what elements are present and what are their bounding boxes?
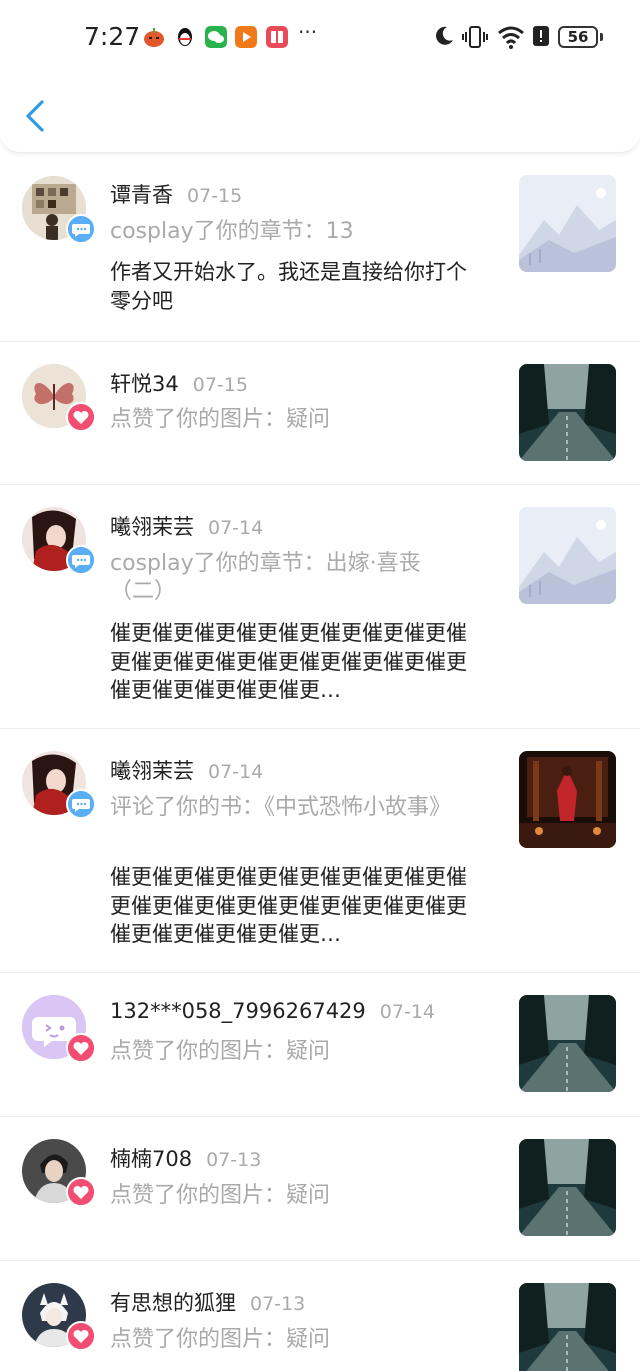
like-badge-icon xyxy=(66,1033,96,1063)
status-bar: 7:27 ··· 56 xyxy=(0,0,640,72)
notification-item[interactable]: 132***058_7996267429 07-14 点赞了你的图片：疑问 xyxy=(0,973,640,1117)
notification-content: 作者又开始水了。我还是直接给你打个零分吧 xyxy=(110,260,467,313)
username[interactable]: 曦翎茉芸 xyxy=(110,515,194,539)
battery-tip xyxy=(600,33,603,41)
thumbnail[interactable] xyxy=(519,995,616,1092)
notification-item[interactable]: 曦翎茉芸 07-14 评论了你的书：《中式恐怖小故事》 催更催更催更催更催更催更催… xyxy=(0,729,640,973)
notification-date: 07-15 xyxy=(192,374,248,396)
like-badge-icon xyxy=(66,1177,96,1207)
placeholder-mountain-icon xyxy=(519,507,616,604)
vibrate-icon xyxy=(462,26,488,48)
forest-road-image xyxy=(519,1139,616,1236)
notification-date: 07-13 xyxy=(250,1293,306,1315)
battery-indicator: 56 xyxy=(558,26,598,48)
wechat-icon xyxy=(205,26,227,48)
notification-item[interactable]: 轩悦34 07-15 点赞了你的图片：疑问 xyxy=(0,342,640,485)
notification-action: 点赞了你的图片：疑问 xyxy=(110,1183,331,1208)
notification-action: 点赞了你的图片：疑问 xyxy=(110,1039,331,1064)
thumbnail[interactable] xyxy=(519,364,616,461)
notification-date: 07-14 xyxy=(208,517,264,539)
notification-action: cosplay了你的章节：13 xyxy=(110,219,354,244)
notification-action: 点赞了你的图片：疑问 xyxy=(110,407,331,432)
thumbnail[interactable] xyxy=(519,507,616,604)
back-button[interactable] xyxy=(18,96,54,136)
notification-content: 催更催更催更催更催更催更催更催更催更催更催更催更催更催更催更催更催更催更催更催更… xyxy=(110,621,467,702)
notification-action: 评论了你的书：《中式恐怖小故事》 xyxy=(110,795,452,820)
thumbnail[interactable] xyxy=(519,751,616,848)
status-time: 7:27 xyxy=(84,22,141,51)
pumpkin-icon xyxy=(144,28,164,47)
notification-action: cosplay了你的章节：出嫁·喜丧（二） xyxy=(110,551,421,604)
notification-header: 132***058_7996267429 07-14 xyxy=(110,999,435,1023)
notification-header: 曦翎茉芸 07-14 xyxy=(110,511,263,541)
thumbnail[interactable] xyxy=(519,175,616,272)
username[interactable]: 曦翎茉芸 xyxy=(110,759,194,783)
thumbnail[interactable] xyxy=(519,1283,616,1371)
notification-action: 点赞了你的图片：疑问 xyxy=(110,1327,331,1352)
like-badge-icon xyxy=(66,402,96,432)
notification-header: 曦翎茉芸 07-14 xyxy=(110,755,263,785)
notification-item[interactable]: 有思想的狐狸 07-13 点赞了你的图片：疑问 xyxy=(0,1261,640,1371)
username[interactable]: 楠楠708 xyxy=(110,1147,192,1171)
alert-icon xyxy=(533,26,549,46)
like-badge-icon xyxy=(66,1321,96,1351)
notification-item[interactable]: 曦翎茉芸 07-14 cosplay了你的章节：出嫁·喜丧（二） 催更催更催更催更… xyxy=(0,485,640,729)
notification-item[interactable]: 谭青香 07-15 cosplay了你的章节：13 作者又开始水了。我还是直接给你… xyxy=(0,152,640,342)
comment-badge-icon xyxy=(66,545,96,575)
thumbnail[interactable] xyxy=(519,1139,616,1236)
notification-content: 催更催更催更催更催更催更催更催更催更催更催更催更催更催更催更催更催更催更催更催更… xyxy=(110,865,467,946)
qq-penguin-icon xyxy=(178,28,192,46)
notification-date: 07-14 xyxy=(208,761,264,783)
username[interactable]: 谭青香 xyxy=(110,183,173,207)
video-app-icon xyxy=(235,26,257,48)
username[interactable]: 132***058_7996267429 xyxy=(110,999,366,1023)
notification-date: 07-15 xyxy=(187,185,243,207)
more-notifications-icon: ··· xyxy=(298,20,318,44)
notification-header: 楠楠708 07-13 xyxy=(110,1143,261,1173)
wifi-icon xyxy=(498,26,524,49)
notification-date: 07-14 xyxy=(379,1001,435,1023)
notification-item[interactable]: 楠楠708 07-13 点赞了你的图片：疑问 xyxy=(0,1117,640,1261)
moon-icon xyxy=(436,26,453,45)
comment-badge-icon xyxy=(66,789,96,819)
forest-road-image xyxy=(519,1283,616,1371)
nav-bar xyxy=(0,72,640,153)
username[interactable]: 轩悦34 xyxy=(110,372,179,396)
red-hall-image xyxy=(519,751,616,848)
forest-road-image xyxy=(519,995,616,1092)
forest-road-image xyxy=(519,364,616,461)
username[interactable]: 有思想的狐狸 xyxy=(110,1291,236,1315)
placeholder-mountain-icon xyxy=(519,175,616,272)
notification-date: 07-13 xyxy=(206,1149,262,1171)
notification-header: 有思想的狐狸 07-13 xyxy=(110,1287,305,1317)
book-app-icon xyxy=(266,26,288,48)
comment-badge-icon xyxy=(66,214,96,244)
notification-header: 谭青香 07-15 xyxy=(110,179,242,209)
notification-header: 轩悦34 07-15 xyxy=(110,368,248,398)
